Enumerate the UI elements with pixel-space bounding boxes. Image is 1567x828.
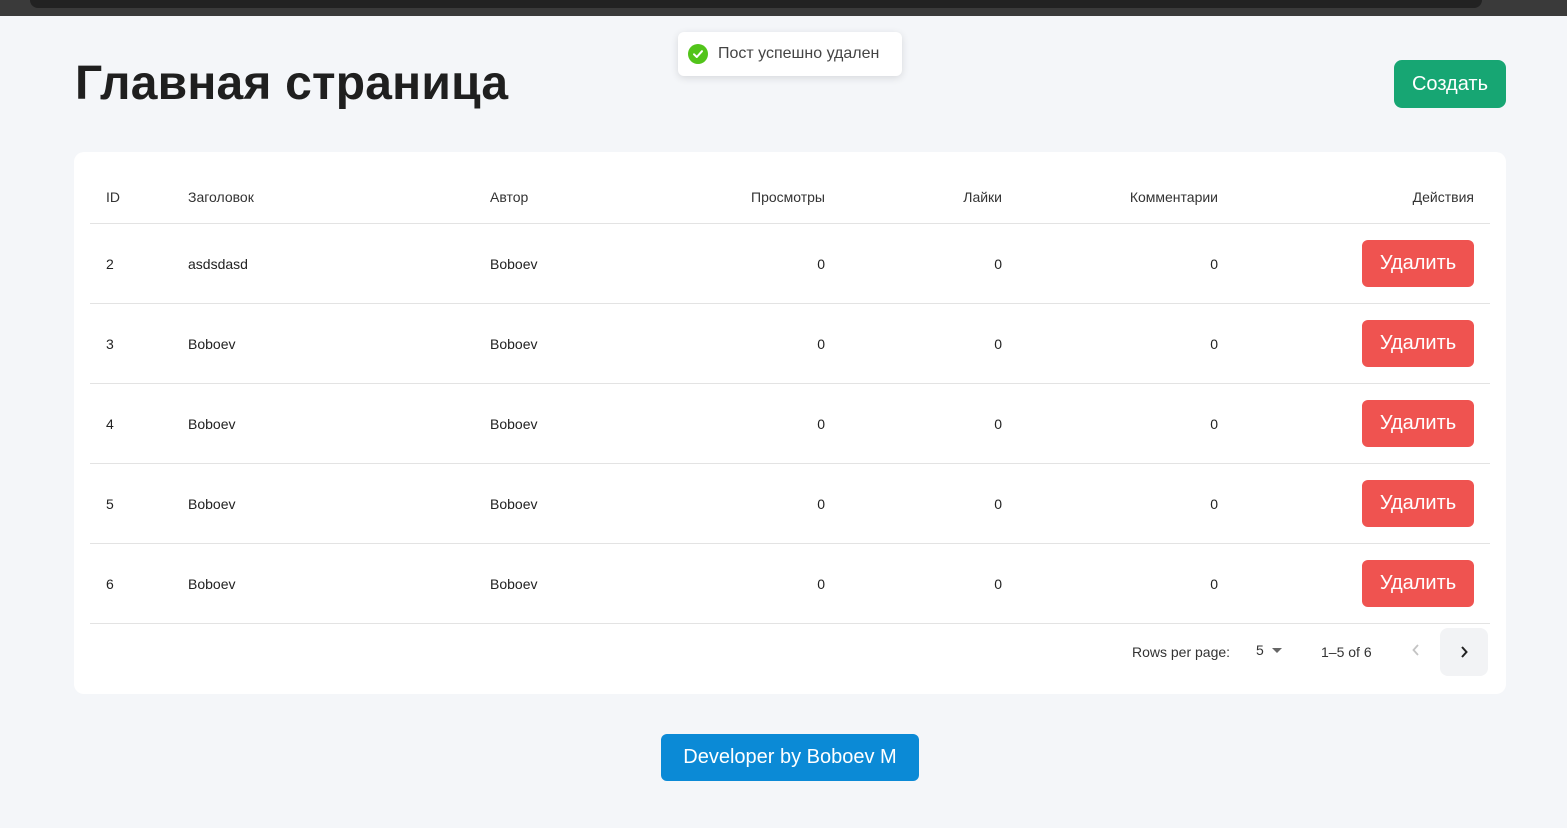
- cell-comments: 0: [1210, 415, 1218, 432]
- table-row: 4 Boboev Boboev 0 0 0 Удалить: [90, 384, 1490, 464]
- cell-id: 3: [106, 335, 114, 352]
- column-header-views: Просмотры: [751, 188, 825, 205]
- cell-id: 6: [106, 575, 114, 592]
- column-header-comments: Комментарии: [1129, 188, 1218, 205]
- cell-author: Boboev: [490, 575, 538, 592]
- table-header-row: ID Заголовок Автор Просмотры Лайки Комме…: [90, 152, 1490, 224]
- toast-message: Пост успешно удален: [718, 45, 880, 62]
- posts-table-card: ID Заголовок Автор Просмотры Лайки Комме…: [74, 152, 1506, 694]
- cell-author: Boboev: [490, 495, 538, 512]
- cell-comments: 0: [1210, 255, 1218, 272]
- cell-likes: 0: [994, 575, 1002, 592]
- chevron-right-icon: [1461, 646, 1468, 658]
- table-row: 2 asdsdasd Boboev 0 0 0 Удалить: [90, 224, 1490, 304]
- cell-id: 4: [106, 415, 114, 432]
- create-button[interactable]: Создать: [1394, 60, 1506, 108]
- chevron-left-icon: [1412, 644, 1419, 656]
- rows-per-page-select[interactable]: 5: [1256, 642, 1282, 658]
- cell-title: asdsdasd: [188, 255, 248, 272]
- cell-likes: 0: [994, 255, 1002, 272]
- page-title: Главная страница: [75, 57, 509, 110]
- column-header-likes: Лайки: [963, 188, 1002, 205]
- cell-views: 0: [817, 575, 825, 592]
- browser-top-bar: [0, 0, 1567, 16]
- success-toast: Пост успешно удален: [678, 32, 902, 76]
- cell-comments: 0: [1210, 495, 1218, 512]
- delete-button[interactable]: Удалить: [1362, 560, 1474, 607]
- column-header-actions: Действия: [1412, 188, 1474, 205]
- cell-title: Boboev: [188, 335, 236, 352]
- cell-id: 2: [106, 255, 114, 272]
- cell-comments: 0: [1210, 335, 1218, 352]
- cell-author: Boboev: [490, 335, 538, 352]
- cell-title: Boboev: [188, 495, 236, 512]
- cell-views: 0: [817, 335, 825, 352]
- caret-down-icon: [1271, 647, 1282, 653]
- cell-comments: 0: [1210, 575, 1218, 592]
- delete-button[interactable]: Удалить: [1362, 320, 1474, 367]
- cell-views: 0: [817, 495, 825, 512]
- cell-views: 0: [817, 415, 825, 432]
- column-header-author: Автор: [490, 188, 529, 205]
- table-row: 3 Boboev Boboev 0 0 0 Удалить: [90, 304, 1490, 384]
- cell-views: 0: [817, 255, 825, 272]
- cell-likes: 0: [994, 495, 1002, 512]
- cell-title: Boboev: [188, 415, 236, 432]
- cell-id: 5: [106, 495, 114, 512]
- cell-likes: 0: [994, 335, 1002, 352]
- rows-per-page-label: Rows per page:: [1132, 644, 1231, 660]
- rows-per-page-value: 5: [1256, 642, 1264, 658]
- cell-actions: Удалить: [1362, 384, 1474, 463]
- developer-button[interactable]: Developer by Boboev M: [661, 734, 919, 781]
- cell-likes: 0: [994, 415, 1002, 432]
- cell-author: Boboev: [490, 255, 538, 272]
- cell-author: Boboev: [490, 415, 538, 432]
- delete-button[interactable]: Удалить: [1362, 400, 1474, 447]
- delete-button[interactable]: Удалить: [1362, 480, 1474, 527]
- cell-title: Boboev: [188, 575, 236, 592]
- browser-top-bar-inner: [30, 0, 1482, 8]
- pagination-range: 1–5 of 6: [1321, 644, 1372, 660]
- cell-actions: Удалить: [1362, 224, 1474, 303]
- table-pagination: Rows per page: 5 1–5 of 6: [74, 626, 1506, 678]
- delete-button[interactable]: Удалить: [1362, 240, 1474, 287]
- table-row: 6 Boboev Boboev 0 0 0 Удалить: [90, 544, 1490, 624]
- table-row: 5 Boboev Boboev 0 0 0 Удалить: [90, 464, 1490, 544]
- cell-actions: Удалить: [1362, 544, 1474, 623]
- column-header-title: Заголовок: [188, 188, 254, 205]
- next-page-button[interactable]: [1440, 628, 1488, 676]
- previous-page-button[interactable]: [1392, 626, 1440, 674]
- cell-actions: Удалить: [1362, 304, 1474, 383]
- column-header-id: ID: [106, 188, 120, 205]
- cell-actions: Удалить: [1362, 464, 1474, 543]
- check-circle-icon: [688, 44, 708, 64]
- posts-table: ID Заголовок Автор Просмотры Лайки Комме…: [90, 152, 1490, 624]
